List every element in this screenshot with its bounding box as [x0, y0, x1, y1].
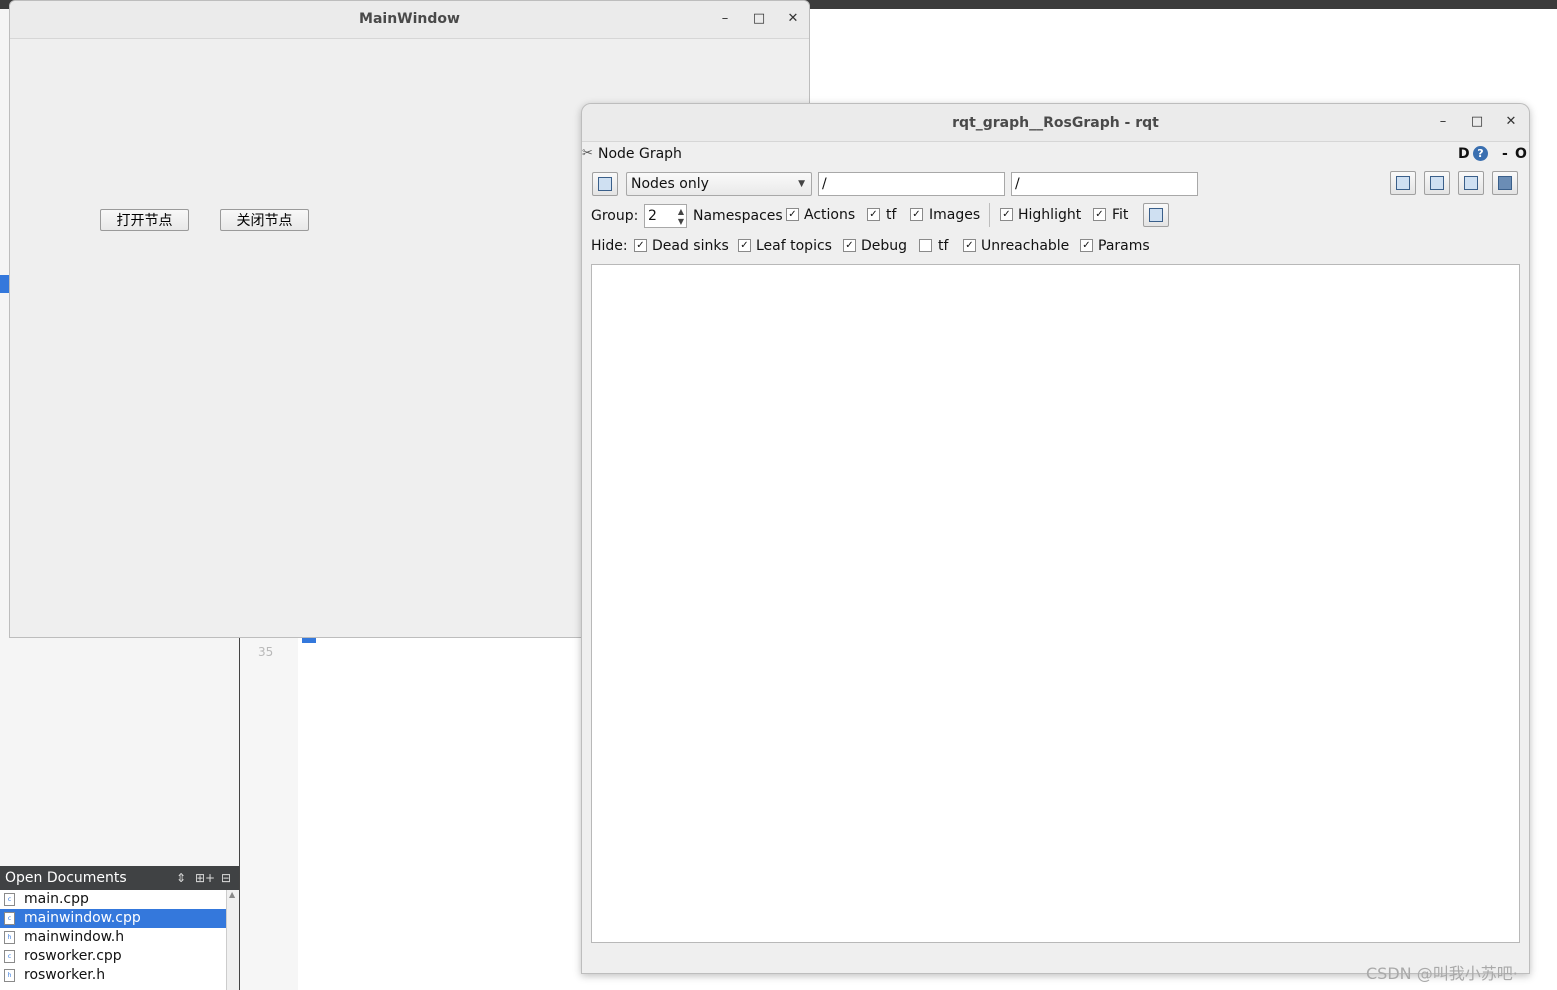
- open-document-item-selected[interactable]: c mainwindow.cpp: [0, 909, 226, 928]
- rqt-window: rqt_graph__RosGraph - rqt – □ ✕ ✂ Node G…: [581, 103, 1530, 974]
- group-value: 2: [648, 208, 657, 224]
- graph-type-combo[interactable]: Nodes only ▼: [626, 172, 812, 196]
- namespaces-checkbox[interactable]: ✓: [786, 208, 799, 221]
- open-documents-header: Open Documents ⇕ ⊞+ ⊟: [0, 866, 239, 890]
- open-document-item[interactable]: h mainwindow.h: [0, 928, 226, 947]
- open-documents-list: c main.cpp c mainwindow.cpp h mainwindow.h …: [0, 890, 226, 990]
- editor-gutter: [240, 630, 298, 990]
- close-icon[interactable]: ✕: [784, 11, 802, 26]
- cpp-file-icon: c: [4, 893, 15, 906]
- help-icon[interactable]: ?: [1473, 146, 1488, 161]
- file-name: main.cpp: [24, 891, 89, 907]
- file-name: mainwindow.cpp: [24, 910, 141, 926]
- params-label: Params: [1098, 238, 1150, 254]
- fit-view-button[interactable]: [1143, 203, 1169, 227]
- namespaces-label: Namespaces: [693, 208, 783, 224]
- cpp-file-icon: c: [4, 950, 15, 963]
- open-document-item[interactable]: c main.cpp: [0, 890, 226, 909]
- leaf-topics-checkbox[interactable]: ✓: [738, 239, 751, 252]
- topic-filter-input[interactable]: /: [1011, 172, 1198, 196]
- save-image-button[interactable]: [1492, 171, 1518, 195]
- plugin-minimize-icon[interactable]: -: [1502, 146, 1508, 162]
- unreachable-checkbox[interactable]: ✓: [963, 239, 976, 252]
- save-dot-button[interactable]: [1424, 171, 1450, 195]
- tf-group-checkbox[interactable]: ✓: [867, 208, 880, 221]
- tf-hide-label: tf: [938, 238, 949, 254]
- leaf-topics-label: Leaf topics: [756, 238, 832, 254]
- highlight-label: Highlight: [1018, 207, 1082, 223]
- plugin-options-icon[interactable]: O: [1515, 146, 1527, 162]
- dead-sinks-checkbox[interactable]: ✓: [634, 239, 647, 252]
- ide-selection-marker: [0, 275, 9, 293]
- open-document-item[interactable]: h rosworker.h: [0, 966, 226, 985]
- file-name: rosworker.cpp: [24, 948, 122, 964]
- node-filter-input[interactable]: /: [818, 172, 1005, 196]
- file-name: rosworker.h: [24, 967, 106, 983]
- dead-sinks-label: Dead sinks: [652, 238, 729, 254]
- split-icon[interactable]: ⊞+: [195, 866, 215, 890]
- tf-group-label: tf: [886, 207, 897, 223]
- group-label: Group:: [591, 208, 639, 224]
- plugin-title: Node Graph: [598, 146, 682, 162]
- load-dot-button[interactable]: [1390, 171, 1416, 195]
- fit-checkbox[interactable]: ✓: [1093, 208, 1106, 221]
- load-dot-icon: [1396, 176, 1410, 190]
- maximize-icon[interactable]: □: [1468, 114, 1486, 129]
- save-dot-icon: [1430, 176, 1444, 190]
- minimize-icon[interactable]: –: [1434, 114, 1452, 129]
- separator: [989, 203, 990, 227]
- close-icon[interactable]: ✕: [1502, 114, 1520, 129]
- highlight-checkbox[interactable]: ✓: [1000, 208, 1013, 221]
- rqt-window-title: rqt_graph__RosGraph - rqt: [952, 115, 1159, 131]
- cpp-file-icon: c: [4, 912, 15, 925]
- plugin-d-icon[interactable]: D: [1458, 146, 1470, 162]
- params-checkbox[interactable]: ✓: [1080, 239, 1093, 252]
- open-document-item[interactable]: c rosworker.cpp: [0, 947, 226, 966]
- graph-type-value: Nodes only: [631, 176, 709, 192]
- group-spinbox[interactable]: 2 ▲ ▼: [644, 204, 687, 228]
- save-image-icon: [1498, 176, 1512, 190]
- plugin-tools-icon: ✂: [582, 146, 593, 161]
- debug-checkbox[interactable]: ✓: [843, 239, 856, 252]
- scroll-up-icon[interactable]: ▲: [229, 890, 235, 899]
- hide-label: Hide:: [591, 238, 628, 254]
- save-svg-icon: [1464, 176, 1478, 190]
- rqt-titlebar[interactable]: rqt_graph__RosGraph - rqt – □ ✕: [582, 104, 1529, 142]
- fit-view-icon: [1149, 208, 1163, 222]
- watermark: CSDN @叫我小苏吧·: [1366, 964, 1518, 983]
- main-window-titlebar[interactable]: MainWindow – □ ✕: [10, 1, 809, 39]
- line-number: 35: [258, 645, 274, 659]
- close-pane-icon[interactable]: ⊟: [221, 866, 231, 890]
- actions-label: Actions: [804, 207, 856, 223]
- images-checkbox[interactable]: ✓: [910, 208, 923, 221]
- fit-label: Fit: [1112, 207, 1129, 223]
- header-file-icon: h: [4, 931, 15, 944]
- save-svg-button[interactable]: [1458, 171, 1484, 195]
- main-window-title: MainWindow: [359, 11, 460, 27]
- header-file-icon: h: [4, 969, 15, 982]
- refresh-button[interactable]: [592, 172, 618, 196]
- graph-canvas[interactable]: [591, 264, 1520, 943]
- images-label: Images: [929, 207, 981, 223]
- tf-hide-checkbox[interactable]: [919, 239, 932, 252]
- open-node-button[interactable]: 打开节点: [100, 209, 189, 231]
- unreachable-label: Unreachable: [981, 238, 1070, 254]
- minimize-icon[interactable]: –: [716, 11, 734, 26]
- open-documents-title: Open Documents: [5, 870, 127, 886]
- file-name: mainwindow.h: [24, 929, 125, 945]
- refresh-icon: [598, 177, 612, 191]
- debug-label: Debug: [861, 238, 908, 254]
- spin-down-icon[interactable]: ▼: [678, 211, 684, 233]
- maximize-icon[interactable]: □: [750, 11, 768, 26]
- sort-icon[interactable]: ⇕: [176, 866, 186, 890]
- close-node-button[interactable]: 关闭节点: [220, 209, 309, 231]
- open-documents-scrollbar[interactable]: ▲: [226, 890, 239, 990]
- dropdown-arrow-icon: ▼: [798, 179, 805, 189]
